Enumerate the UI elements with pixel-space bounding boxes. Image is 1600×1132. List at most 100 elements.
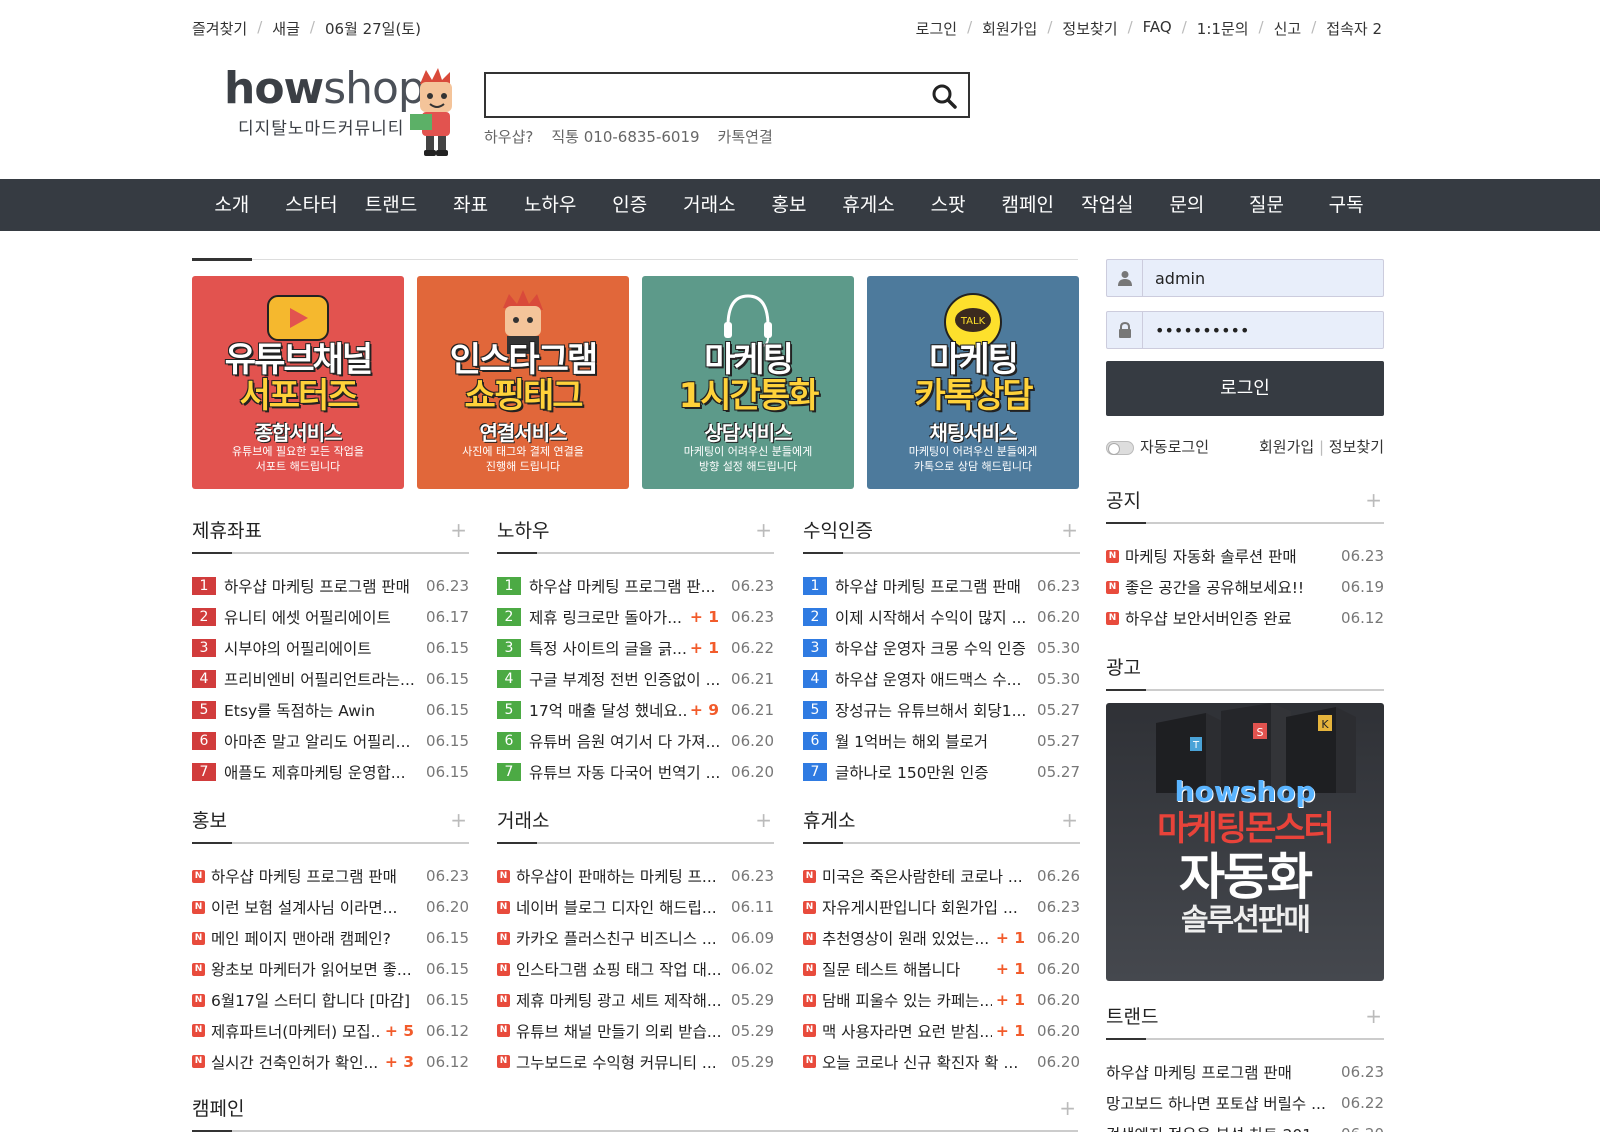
more-plus-icon[interactable]: + xyxy=(755,518,772,542)
list-item[interactable]: 2 유니티 에셋 어필리에이트 06.17 xyxy=(192,602,469,633)
kakao-connect-link[interactable]: 카톡연결 xyxy=(718,126,773,147)
list-item[interactable]: N 마케팅 자동화 솔루션 판매 06.23 xyxy=(1106,541,1384,572)
list-item[interactable]: N 실시간 건축인허가 확인... + 3 06.12 xyxy=(192,1046,469,1077)
report-link[interactable]: 신고 xyxy=(1274,18,1302,39)
post-title[interactable]: 하우샵 마케팅 프로그램 판매 xyxy=(835,575,1031,597)
list-item[interactable]: 4 구글 부계정 전번 인증없이 ... 06.21 xyxy=(497,664,774,695)
password-input[interactable] xyxy=(1155,312,1375,348)
list-item[interactable]: 6 유튜버 음원 여기서 다 가져... 06.20 xyxy=(497,725,774,756)
post-title[interactable]: 유니티 에셋 어필리에이트 xyxy=(224,606,420,628)
list-item[interactable]: N 좋은 공간을 공유해보세요!! 06.19 xyxy=(1106,572,1384,603)
auto-login-toggle[interactable] xyxy=(1106,440,1134,455)
list-item[interactable]: 5 Etsy를 독점하는 Awin 06.15 xyxy=(192,695,469,726)
list-item[interactable]: N 오늘 코로나 신규 확진자 확 ... 06.20 xyxy=(803,1046,1080,1077)
username-input[interactable] xyxy=(1155,260,1375,296)
post-title[interactable]: 이런 보험 설계사님 이라면... xyxy=(211,896,420,918)
post-title[interactable]: 왕초보 마케터가 읽어보면 좋... xyxy=(211,958,420,980)
list-item[interactable]: 3 특정 사이트의 글을 긁... + 1 06.22 xyxy=(497,633,774,664)
list-item[interactable]: 망고보드 하나면 포토샵 버릴수 ... 06.22 xyxy=(1106,1088,1384,1119)
list-item[interactable]: N 하우샵 보안서버인증 완료 06.12 xyxy=(1106,603,1384,634)
post-title[interactable]: 인스타그램 쇼핑 태그 작업 대... xyxy=(516,958,725,980)
list-item[interactable]: N 네이버 블로그 디자인 해드립... 06.11 xyxy=(497,892,774,923)
more-plus-icon[interactable]: + xyxy=(1061,518,1078,542)
more-plus-icon[interactable]: + xyxy=(450,518,467,542)
list-item[interactable]: N 인스타그램 쇼핑 태그 작업 대... 06.02 xyxy=(497,954,774,985)
new-posts-link[interactable]: 새글 xyxy=(272,18,300,39)
post-title[interactable]: 글하나로 150만원 인증 xyxy=(835,761,1031,783)
nav-item[interactable]: 질문 xyxy=(1227,179,1307,231)
post-title[interactable]: 유튜브 채널 만들기 의뢰 받습... xyxy=(516,1020,725,1042)
nav-item[interactable]: 휴게소 xyxy=(829,179,909,231)
post-title[interactable]: 유튜브 자동 다국어 번역기 ... xyxy=(529,761,725,783)
register-link[interactable]: 회원가입 xyxy=(982,18,1037,39)
post-title[interactable]: 구글 부계정 전번 인증없이 ... xyxy=(529,668,725,690)
post-title[interactable]: 유튜버 음원 여기서 다 가져... xyxy=(529,730,725,752)
list-item[interactable]: N 유튜브 채널 만들기 의뢰 받습... 05.29 xyxy=(497,1015,774,1046)
post-title[interactable]: 17억 매출 달성 했네요... xyxy=(529,699,686,721)
list-item[interactable]: N 왕초보 마케터가 읽어보면 좋... 06.15 xyxy=(192,954,469,985)
post-title[interactable]: 그누보드로 수익형 커뮤니티 ... xyxy=(516,1051,725,1073)
list-item[interactable]: 4 하우샵 운영자 애드맥스 수... 05.30 xyxy=(803,664,1080,695)
board-title[interactable]: 트랜드 xyxy=(1106,1006,1158,1028)
list-item[interactable]: N 제휴파트너(마케터) 모집... + 5 06.12 xyxy=(192,1015,469,1046)
list-item[interactable]: 6 아마존 말고 알리도 어필리... 06.15 xyxy=(192,725,469,756)
list-item[interactable]: 검색엔진 점유율 분석 차트 201... 06.20 xyxy=(1106,1119,1384,1132)
list-item[interactable]: 2 이제 시작해서 수익이 많지 ... 06.20 xyxy=(803,602,1080,633)
list-item[interactable]: 7 유튜브 자동 다국어 번역기 ... 06.20 xyxy=(497,756,774,787)
more-plus-icon[interactable]: + xyxy=(1365,488,1382,512)
board-title[interactable]: 홍보 xyxy=(192,810,227,832)
list-item[interactable]: N 미국은 죽은사람한테 코로나 ... 06.26 xyxy=(803,861,1080,892)
nav-item[interactable]: 노하우 xyxy=(510,179,590,231)
nav-item[interactable]: 소개 xyxy=(192,179,272,231)
list-item[interactable]: N 질문 테스트 해봅니다 + 1 06.20 xyxy=(803,954,1080,985)
list-item[interactable]: N 하우샵이 판매하는 마케팅 프... 06.23 xyxy=(497,861,774,892)
post-title[interactable]: 장성규는 유튜브해서 회당1... xyxy=(835,699,1031,721)
post-title[interactable]: 자유게시판입니다 회원가입 ... xyxy=(822,896,1031,918)
post-title[interactable]: 애플도 제휴마케팅 운영합... xyxy=(224,761,420,783)
service-banner[interactable]: 마케팅 1시간통화 상담서비스 마케팅이 어려우신 분들에게 방향 설정 해드립니다 xyxy=(642,276,854,489)
post-title[interactable]: 시부야의 어필리에이트 xyxy=(224,637,420,659)
post-title[interactable]: 카카오 플러스친구 비즈니스 ... xyxy=(516,927,725,949)
board-title[interactable]: 거래소 xyxy=(497,810,549,832)
login-link[interactable]: 로그인 xyxy=(916,18,957,39)
post-title[interactable]: 맥 사용자라면 요런 받침... xyxy=(822,1020,992,1042)
post-title[interactable]: 하우샵 마케팅 프로그램 판매 xyxy=(224,575,420,597)
more-plus-icon[interactable]: + xyxy=(755,808,772,832)
post-title[interactable]: 질문 테스트 해봅니다 xyxy=(822,958,992,980)
post-title[interactable]: 제휴 마케팅 광고 세트 제작해... xyxy=(516,989,725,1011)
list-item[interactable]: 6 월 1억버는 해외 블로거 05.27 xyxy=(803,725,1080,756)
post-title[interactable]: 메인 페이지 맨아래 캠페인? xyxy=(211,927,420,949)
nav-item[interactable]: 좌표 xyxy=(431,179,511,231)
list-item[interactable]: 3 하우샵 운영자 크몽 수익 인증 05.30 xyxy=(803,633,1080,664)
post-title[interactable]: Etsy를 독점하는 Awin xyxy=(224,699,420,721)
list-item[interactable]: 1 하우샵 마케팅 프로그램 판매 06.23 xyxy=(803,571,1080,602)
list-item[interactable]: 1 하우샵 마케팅 프로그램 판매 06.23 xyxy=(192,571,469,602)
about-howshop-link[interactable]: 하우샵? xyxy=(484,126,533,147)
nav-item[interactable]: 홍보 xyxy=(749,179,829,231)
list-item[interactable]: N 추천영상이 원래 있었는... + 1 06.20 xyxy=(803,923,1080,954)
board-title[interactable]: 수익인증 xyxy=(803,520,873,542)
post-title[interactable]: 미국은 죽은사람한테 코로나 ... xyxy=(822,865,1031,887)
list-item[interactable]: 3 시부야의 어필리에이트 06.15 xyxy=(192,633,469,664)
bookmark-link[interactable]: 즐겨찾기 xyxy=(192,18,247,39)
qa-link[interactable]: 1:1문의 xyxy=(1197,18,1249,39)
service-banner[interactable]: 인스타그램 쇼핑태그 연결서비스 사진에 태그와 결제 연결을 진행해 드립니다 xyxy=(417,276,629,489)
list-item[interactable]: N 그누보드로 수익형 커뮤니티 ... 05.29 xyxy=(497,1046,774,1077)
post-title[interactable]: 하우샵 마케팅 프로그램 판매 xyxy=(1106,1061,1335,1083)
nav-item[interactable]: 트랜드 xyxy=(351,179,431,231)
nav-item[interactable]: 캠페인 xyxy=(988,179,1068,231)
post-title[interactable]: 하우샵 보안서버인증 완료 xyxy=(1125,607,1335,629)
post-title[interactable]: 담배 피울수 있는 카페는... xyxy=(822,989,992,1011)
post-title[interactable]: 6월17일 스터디 합니다 [마감] xyxy=(211,989,420,1011)
list-item[interactable]: N 제휴 마케팅 광고 세트 제작해... 05.29 xyxy=(497,985,774,1016)
post-title[interactable]: 하우샵이 판매하는 마케팅 프... xyxy=(516,865,725,887)
post-title[interactable]: 아마존 말고 알리도 어필리... xyxy=(224,730,420,752)
list-item[interactable]: 7 글하나로 150만원 인증 05.27 xyxy=(803,756,1080,787)
post-title[interactable]: 망고보드 하나면 포토샵 버릴수 ... xyxy=(1106,1092,1335,1114)
nav-item[interactable]: 구독 xyxy=(1306,179,1386,231)
list-item[interactable]: 하우샵 마케팅 프로그램 판매 06.23 xyxy=(1106,1057,1384,1088)
post-title[interactable]: 검색엔진 점유율 분석 차트 201... xyxy=(1106,1123,1335,1132)
nav-item[interactable]: 거래소 xyxy=(670,179,750,231)
visitor-count-link[interactable]: 접속자 2 xyxy=(1326,18,1382,39)
list-item[interactable]: N 메인 페이지 맨아래 캠페인? 06.15 xyxy=(192,923,469,954)
